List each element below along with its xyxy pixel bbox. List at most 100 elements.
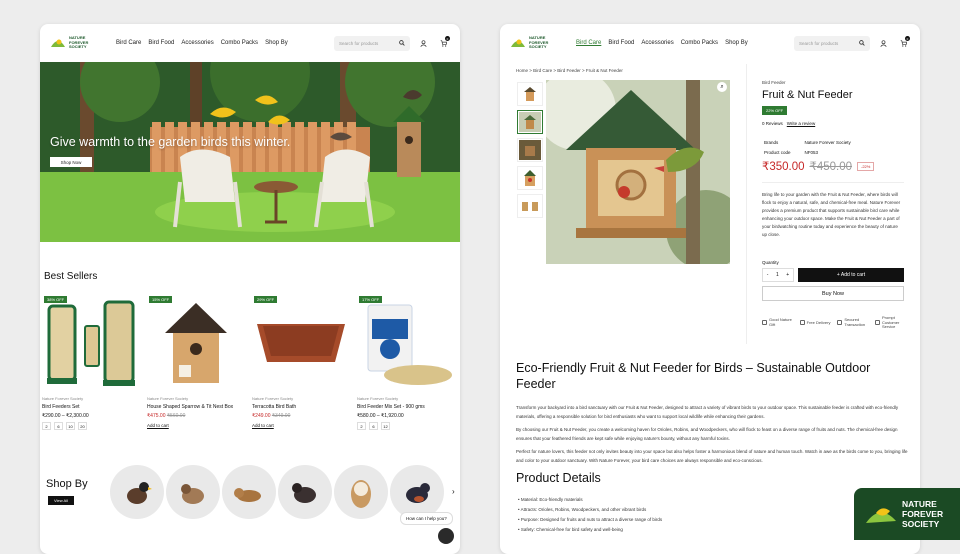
product-title: Fruit & Nut Feeder — [762, 89, 853, 101]
bird-owl-tile[interactable] — [334, 465, 388, 519]
bird-myna-tile[interactable] — [110, 465, 164, 519]
view-all-button[interactable]: View All — [48, 496, 74, 505]
product-image[interactable]: 29% OFF — [252, 294, 350, 390]
product-image[interactable]: 15% OFF — [147, 294, 245, 390]
logo-text: NATURE FOREVER SOCIETY — [529, 35, 549, 50]
quantity-value[interactable]: 1 — [776, 272, 779, 278]
thumbnail[interactable] — [517, 82, 543, 106]
discount-badge: 29% OFF — [254, 296, 278, 303]
add-to-cart-link[interactable]: Add to cart — [252, 423, 350, 428]
discount-badge: 15% OFF — [149, 296, 173, 303]
thumbnail[interactable] — [517, 166, 543, 190]
quantity-label: Quantity — [762, 260, 779, 265]
site-header: NATURE FOREVER SOCIETY Bird Care Bird Food… — [500, 24, 920, 62]
nav-combo-packs[interactable]: Combo Packs — [221, 40, 258, 46]
nav-accessories[interactable]: Accessories — [181, 40, 213, 46]
thumbnail-selected[interactable] — [517, 110, 543, 134]
product-brand: Nature Forever Society — [42, 396, 84, 401]
site-logo[interactable]: NATURE FOREVER SOCIETY — [510, 36, 564, 50]
buy-now-button[interactable]: Buy Now — [762, 286, 904, 301]
size-option[interactable]: 2 — [357, 422, 366, 430]
description-paragraph: By choosing our Fruit & Nut Feeder, you … — [516, 427, 898, 441]
size-options: 2 6 10 20 — [42, 422, 140, 430]
search-placeholder: Search for products — [339, 40, 379, 46]
nav-bird-food[interactable]: Bird Food — [148, 40, 174, 46]
product-card[interactable]: 38% OFF Nature Forever Society Bird Feed… — [42, 294, 140, 430]
product-card[interactable]: 29% OFF Nature Forever Society Terracott… — [252, 294, 350, 428]
shop-now-button[interactable]: Shop Now — [50, 157, 92, 167]
search-icon[interactable] — [399, 40, 405, 46]
chat-icon[interactable] — [438, 528, 454, 544]
increase-icon[interactable]: + — [786, 272, 789, 278]
carousel-next-icon[interactable]: › — [452, 487, 455, 496]
account-icon[interactable] — [416, 36, 430, 50]
description-paragraph: Perfect for nature lovers, this feeder n… — [516, 449, 908, 463]
product-name[interactable]: Bird Feeders Set — [42, 404, 140, 410]
myna-icon — [127, 482, 152, 504]
thumbnail[interactable] — [517, 194, 543, 218]
robin-icon — [406, 483, 430, 503]
account-icon[interactable] — [876, 36, 890, 50]
quantity-stepper[interactable]: - 1 + — [762, 268, 794, 282]
bird-bulbul-tile[interactable] — [278, 465, 332, 519]
nav-combo-packs[interactable]: Combo Packs — [681, 40, 718, 46]
help-bubble[interactable]: How can I help you? — [400, 512, 453, 525]
product-brand: Nature Forever Society — [147, 396, 189, 401]
product-name[interactable]: House Shaped Sparrow & Tit Nest Box — [147, 404, 245, 410]
detail-item: • Purpose: Designed for fruits and nuts … — [518, 517, 663, 522]
size-option[interactable]: 20 — [78, 422, 87, 430]
divider — [762, 182, 904, 183]
chipmunk-icon — [234, 488, 261, 502]
gift-icon — [762, 320, 767, 326]
divider — [746, 64, 747, 344]
write-review-link[interactable]: Write a review — [787, 121, 815, 126]
nav-bird-care[interactable]: Bird Care — [116, 40, 141, 46]
thumbnail[interactable] — [517, 138, 543, 162]
product-image[interactable]: 38% OFF — [42, 294, 140, 390]
discount-badge: 38% OFF — [44, 296, 68, 303]
best-sellers-title: Best Sellers — [44, 271, 98, 282]
owl-icon — [351, 480, 371, 508]
bulbul-icon — [292, 483, 316, 503]
size-option[interactable]: 6 — [54, 422, 63, 430]
bird-robin-tile[interactable] — [390, 465, 444, 519]
size-option[interactable]: 10 — [66, 422, 75, 430]
main-nav: Bird Care Bird Food Accessories Combo Pa… — [576, 40, 748, 46]
size-option[interactable]: 12 — [381, 422, 390, 430]
search-input[interactable]: Search for products — [794, 35, 870, 51]
site-logo[interactable]: NATURE FOREVER SOCIETY — [50, 36, 104, 50]
product-name[interactable]: Terracotta Bird Bath — [252, 404, 350, 410]
logo-bird-icon — [866, 508, 896, 523]
product-card[interactable]: 15% OFF Nature Forever Society House Sha… — [147, 294, 245, 428]
nav-bird-care[interactable]: Bird Care — [576, 40, 601, 46]
bird-sparrow-tile[interactable] — [166, 465, 220, 519]
main-product-image[interactable] — [546, 80, 730, 264]
nav-bird-food[interactable]: Bird Food — [608, 40, 634, 46]
nav-shop-by[interactable]: Shop By — [725, 40, 748, 46]
nav-accessories[interactable]: Accessories — [641, 40, 673, 46]
meta-value[interactable]: Nature Forever Society — [805, 139, 863, 147]
feature-service: Prompt Customer Service — [874, 315, 910, 330]
search-input[interactable]: Search for products — [334, 35, 410, 51]
product-price: ₹249.00 ₹349.00 — [252, 413, 291, 419]
cart-icon[interactable]: 0 — [436, 36, 450, 50]
nav-shop-by[interactable]: Shop By — [265, 40, 288, 46]
search-placeholder: Search for products — [799, 40, 839, 46]
breadcrumb[interactable]: Home > Bird Care > Bird Feeder > Fruit &… — [516, 68, 623, 73]
product-card[interactable]: 17% OFF Nature Forever Society Bird Feed… — [357, 294, 455, 430]
add-to-cart-button[interactable]: + Add to cart — [798, 268, 904, 282]
detail-item: • Material: Eco-friendly materials — [518, 497, 583, 502]
add-to-cart-link[interactable]: Add to cart — [147, 423, 245, 428]
bird-chipmunk-tile[interactable] — [222, 465, 276, 519]
product-price: ₹580.00 – ₹1,920.00 — [357, 413, 404, 419]
product-image[interactable]: 17% OFF — [357, 294, 455, 390]
cart-icon[interactable]: 0 — [896, 36, 910, 50]
decrease-icon[interactable]: - — [767, 272, 769, 278]
size-option[interactable]: 2 — [42, 422, 51, 430]
zoom-icon[interactable]: ⌕ — [717, 82, 727, 92]
current-price: ₹350.00 — [762, 161, 805, 173]
search-icon[interactable] — [859, 40, 865, 46]
product-category[interactable]: Bird Feeder — [762, 80, 786, 85]
size-option[interactable]: 6 — [369, 422, 378, 430]
product-name[interactable]: Bird Feeder Mix Set - 900 gms — [357, 404, 455, 410]
